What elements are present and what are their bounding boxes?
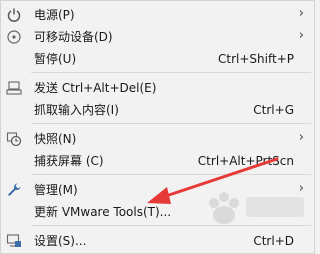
- menu-item-label: 抓取输入内容(I): [34, 103, 119, 117]
- menu-item-label: 快照(N): [34, 132, 77, 146]
- menu-item-label: 可移动设备(D): [34, 30, 113, 44]
- cd-disc-icon: [6, 29, 22, 45]
- menu-item-power[interactable]: 电源(P) ›: [1, 4, 314, 26]
- watermark-logo-icon: [209, 192, 304, 224]
- power-icon: [6, 7, 22, 23]
- menu-item-pause[interactable]: 暂停(U) Ctrl+Shift+P: [1, 48, 314, 70]
- submenu-arrow-icon: ›: [298, 6, 304, 21]
- menu-item-shortcut: Ctrl+G: [253, 103, 294, 117]
- menu-item-label: 设置(S)...: [34, 234, 87, 248]
- menu-separator: [31, 123, 311, 124]
- settings-monitor-icon: [6, 233, 22, 249]
- vm-context-menu: 电源(P) › 可移动设备(D) › 暂停(U) Ctrl+Shift+P 发送…: [0, 0, 315, 254]
- wrench-icon: [6, 182, 22, 198]
- menu-item-capture-screen[interactable]: 捕获屏幕 (C) Ctrl+Alt+PrtScn: [1, 150, 314, 172]
- menu-item-send-ctrl-alt-del[interactable]: 发送 Ctrl+Alt+Del(E): [1, 77, 314, 99]
- submenu-arrow-icon: ›: [298, 130, 304, 145]
- menu-item-removable-devices[interactable]: 可移动设备(D) ›: [1, 26, 314, 48]
- menu-item-label: 暂停(U): [34, 52, 77, 66]
- menu-separator: [31, 174, 311, 175]
- menu-item-label: 更新 VMware Tools(T)...: [34, 205, 172, 219]
- menu-item-label: 管理(M): [34, 183, 78, 197]
- menu-item-shortcut: Ctrl+D: [253, 234, 294, 248]
- menu-item-label: 电源(P): [34, 8, 75, 22]
- keyboard-send-icon: [6, 80, 22, 96]
- menu-item-label: 发送 Ctrl+Alt+Del(E): [34, 81, 157, 95]
- menu-item-snapshot[interactable]: 快照(N) ›: [1, 128, 314, 150]
- menu-item-shortcut: Ctrl+Shift+P: [218, 52, 294, 66]
- menu-item-label: 捕获屏幕 (C): [34, 154, 104, 168]
- snapshot-clock-icon: [6, 131, 22, 147]
- submenu-arrow-icon: ›: [298, 28, 304, 43]
- menu-item-settings[interactable]: 设置(S)... Ctrl+D: [1, 230, 314, 252]
- menu-item-shortcut: Ctrl+Alt+PrtScn: [197, 154, 294, 168]
- menu-item-grab-input[interactable]: 抓取输入内容(I) Ctrl+G: [1, 99, 314, 121]
- menu-separator: [31, 72, 311, 73]
